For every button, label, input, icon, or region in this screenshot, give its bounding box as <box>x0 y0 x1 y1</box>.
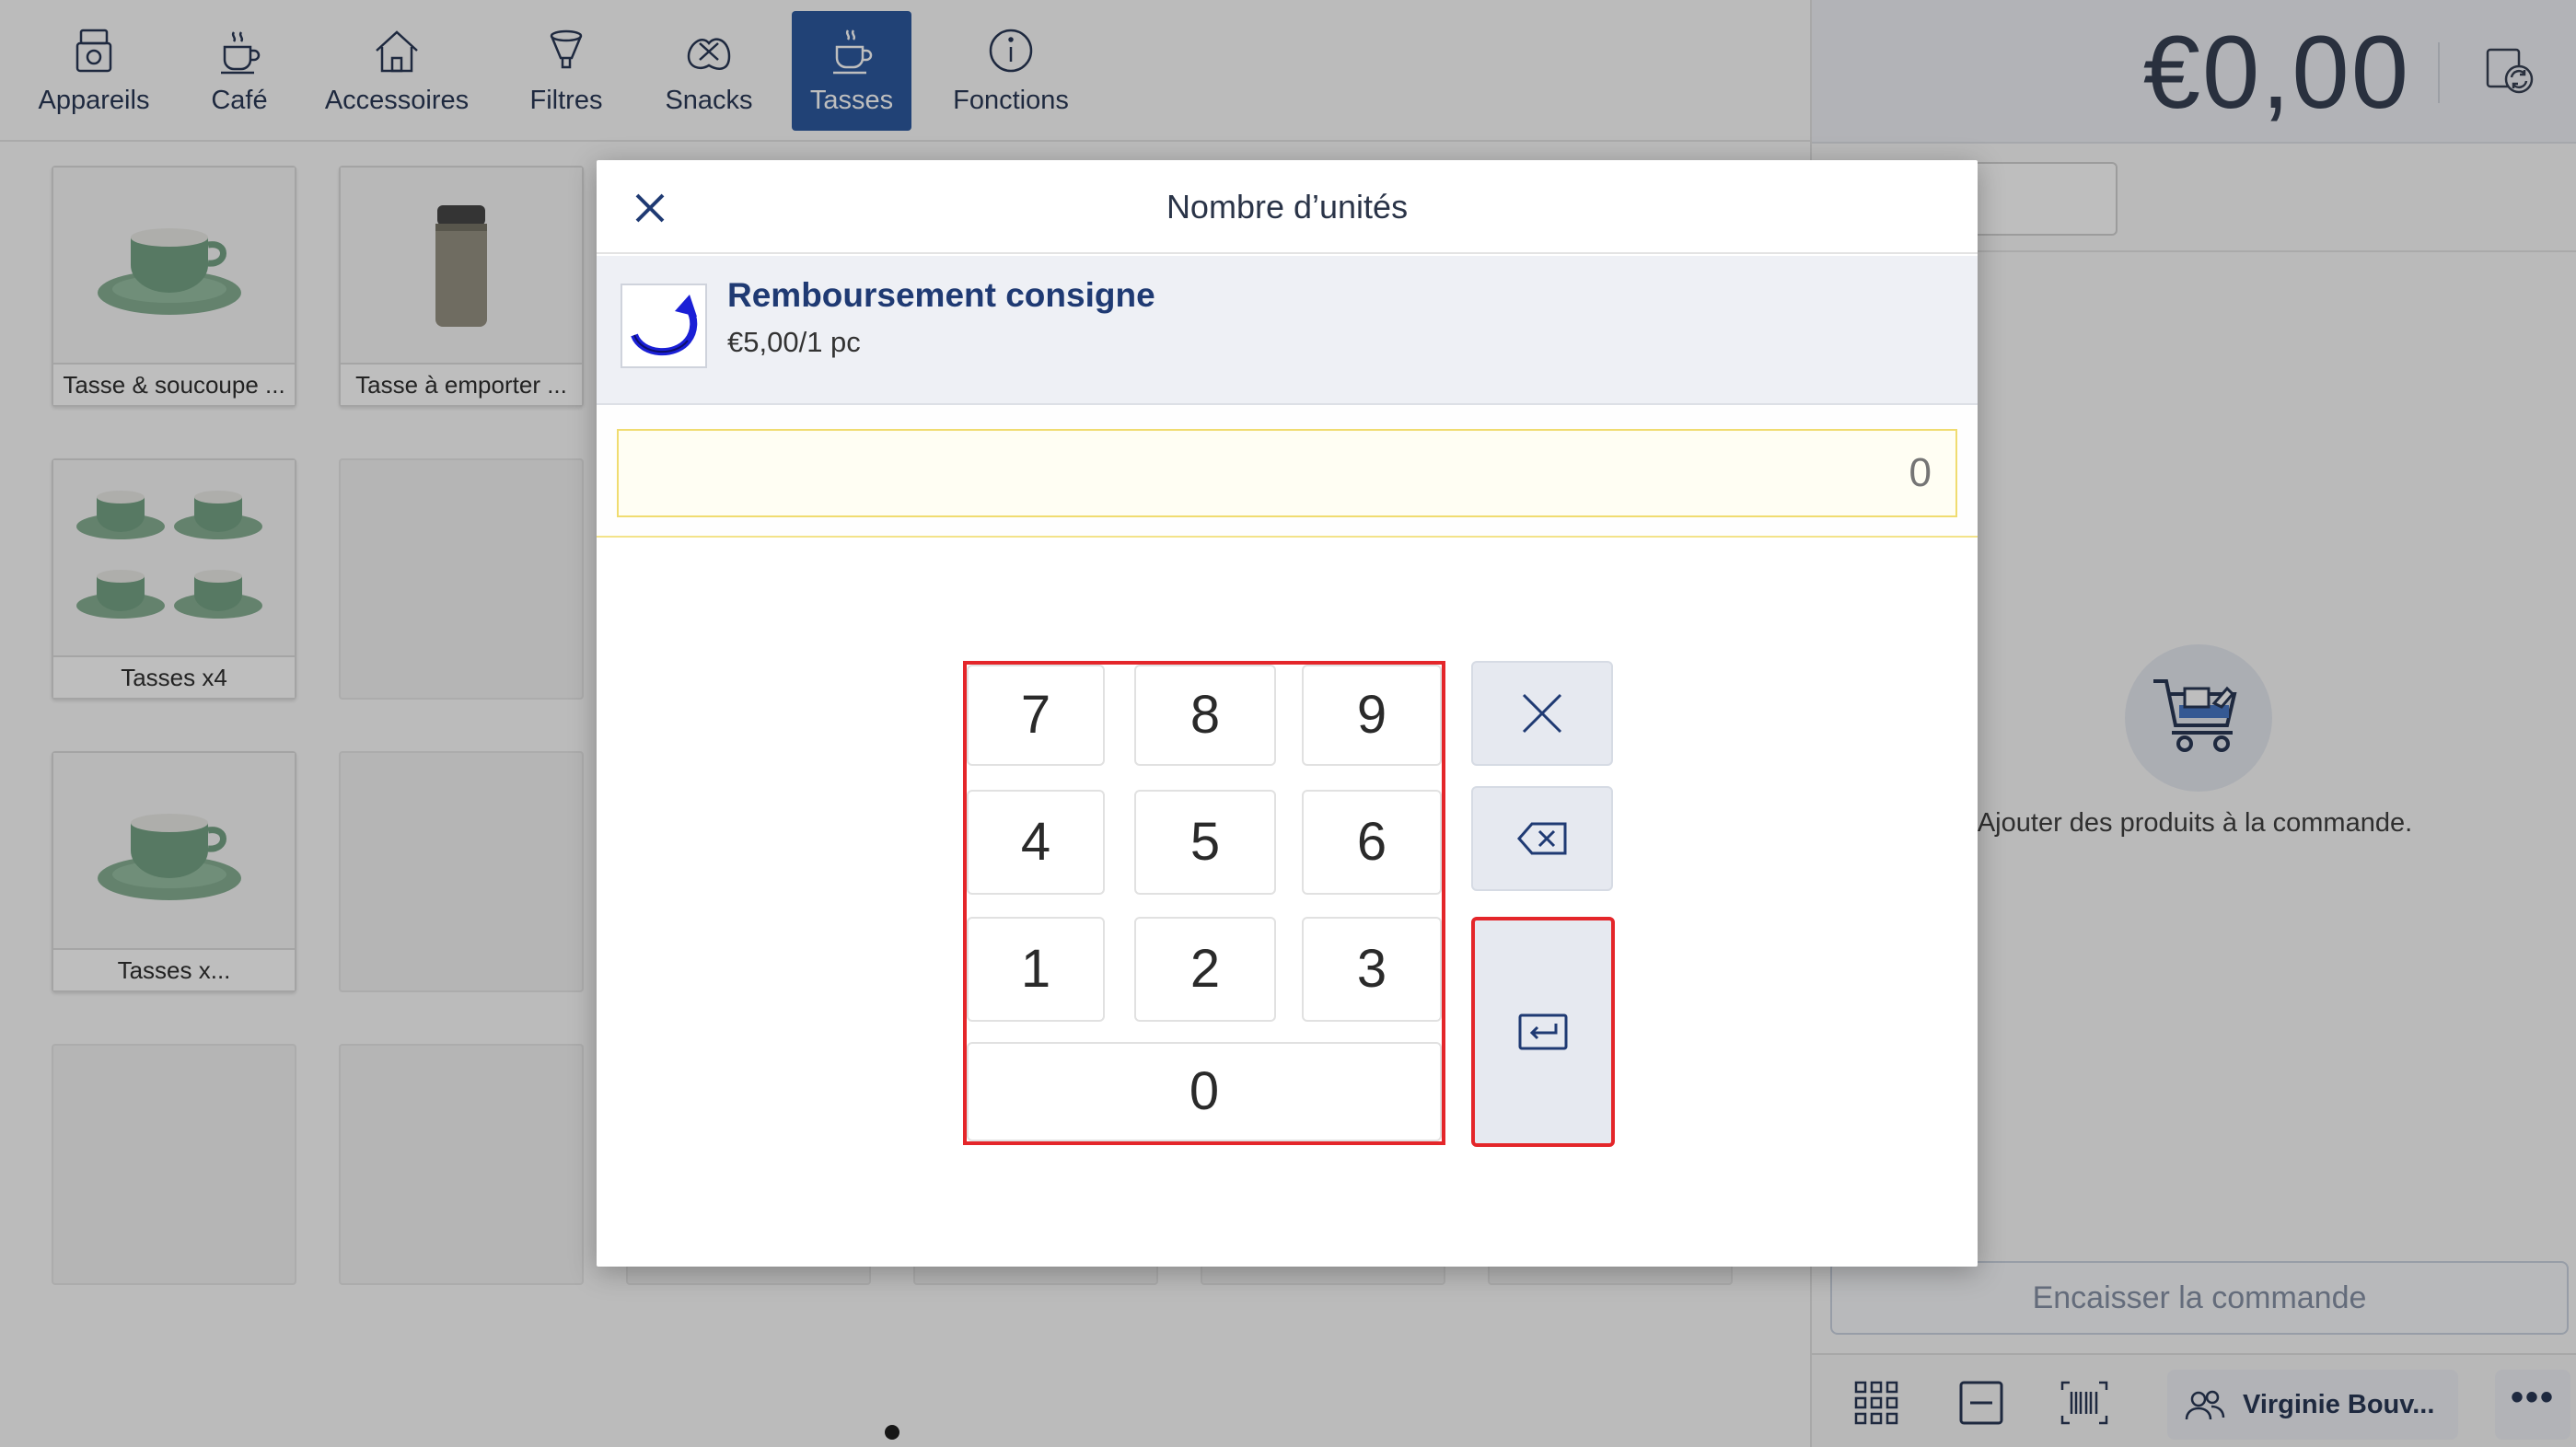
quantity-input[interactable] <box>617 429 1957 517</box>
enter-button[interactable] <box>1471 917 1615 1147</box>
product-name: Remboursement consigne <box>727 276 1155 314</box>
clear-button[interactable] <box>1471 661 1613 766</box>
key-2[interactable]: 2 <box>1134 917 1276 1022</box>
quantity-area <box>597 405 1978 538</box>
backspace-button[interactable] <box>1471 786 1613 891</box>
key-5[interactable]: 5 <box>1134 790 1276 895</box>
return-arrow-icon <box>631 295 698 355</box>
key-7[interactable]: 7 <box>967 665 1105 766</box>
backspace-icon <box>1517 822 1567 855</box>
dialog-header: Nombre d’unités <box>597 160 1978 254</box>
product-price: €5,00/1 pc <box>727 326 861 358</box>
product-thumbnail <box>621 284 707 368</box>
key-3[interactable]: 3 <box>1302 917 1442 1022</box>
key-8[interactable]: 8 <box>1134 665 1276 766</box>
key-0[interactable]: 0 <box>967 1042 1442 1141</box>
key-1[interactable]: 1 <box>967 917 1105 1022</box>
enter-icon <box>1518 1013 1568 1050</box>
key-6[interactable]: 6 <box>1302 790 1442 895</box>
clear-x-icon <box>1522 693 1562 734</box>
selected-product: Remboursement consigne €5,00/1 pc <box>597 256 1978 405</box>
key-9[interactable]: 9 <box>1302 665 1442 766</box>
key-4[interactable]: 4 <box>967 790 1105 895</box>
dialog-title: Nombre d’unités <box>1166 188 1409 226</box>
pos-app: Appareils Café Accessoires Filtres Snack… <box>0 0 2576 1447</box>
quantity-dialog: Nombre d’unités Remboursement consigne €… <box>597 160 1978 1267</box>
